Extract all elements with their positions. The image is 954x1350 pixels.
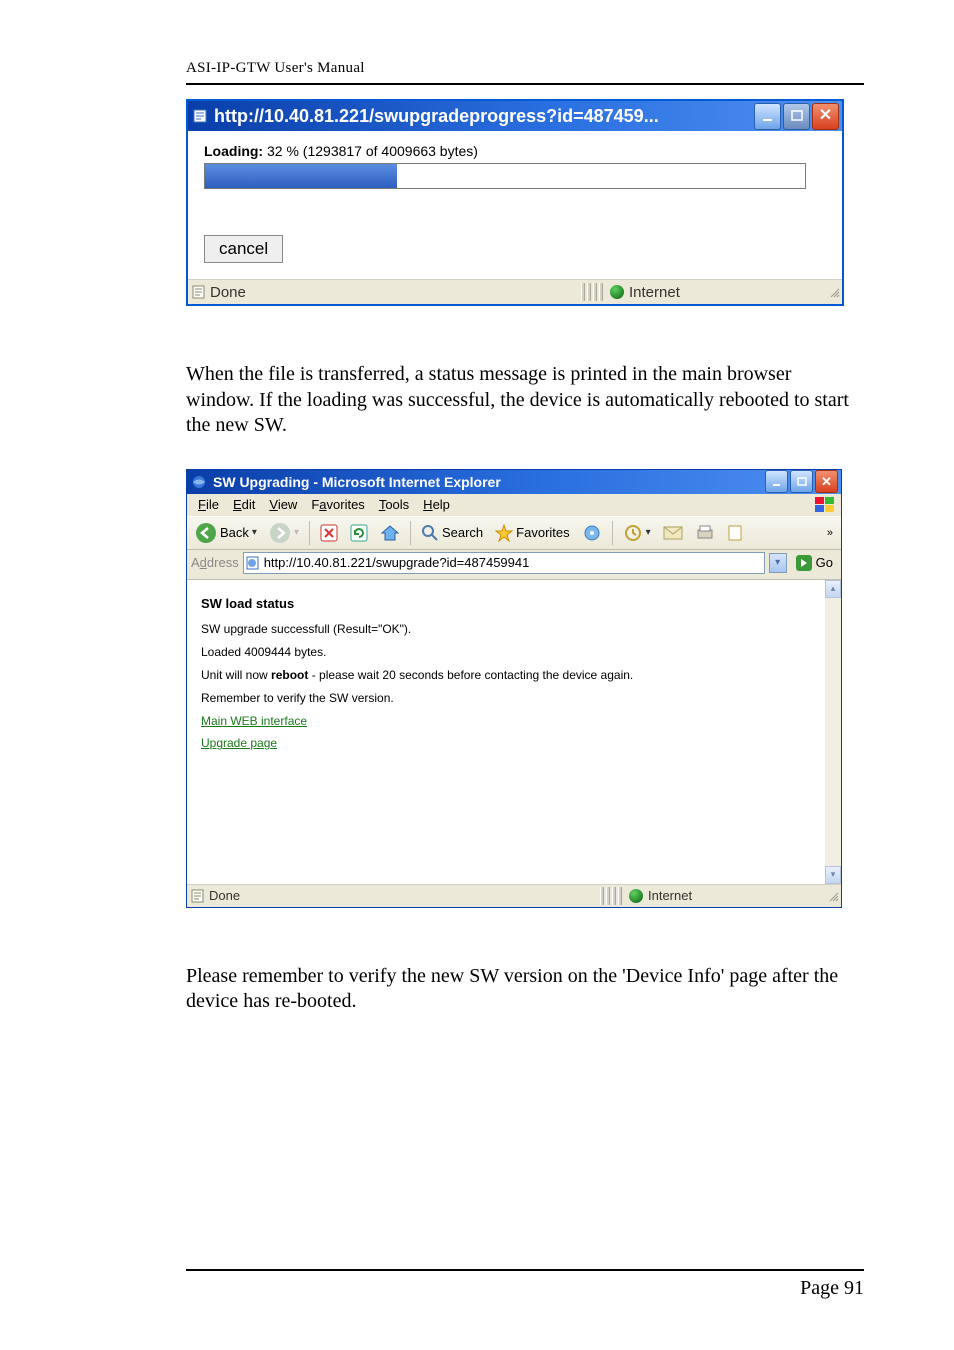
print-icon: [695, 524, 715, 542]
loading-label: Loading: 32 % (1293817 of 4009663 bytes): [204, 143, 826, 159]
page-header: ASI-IP-GTW User's Manual: [186, 60, 864, 77]
edit-icon: [727, 524, 745, 542]
cancel-button[interactable]: cancel: [204, 235, 283, 263]
stop-button[interactable]: [316, 522, 342, 544]
toolbar-overflow-icon[interactable]: »: [827, 527, 837, 539]
content-scrollbar[interactable]: ▴ ▾: [825, 580, 841, 884]
history-icon: [623, 524, 643, 542]
media-icon: [582, 524, 602, 542]
progress-statusbar: Done Internet: [188, 279, 842, 304]
link-main-web[interactable]: Main WEB interface: [201, 714, 307, 728]
ie-status-done: Done: [209, 888, 240, 903]
back-button[interactable]: Back ▾: [191, 520, 261, 546]
ie-internet-zone-icon: [629, 889, 643, 903]
header-rule: [186, 83, 864, 85]
minimize-button[interactable]: [754, 103, 781, 130]
link-upgrade-page[interactable]: Upgrade page: [201, 736, 277, 750]
paragraph-1: When the file is transferred, a status m…: [186, 362, 864, 439]
address-dropdown[interactable]: ▾: [769, 553, 787, 573]
ie-maximize-button[interactable]: [790, 470, 813, 493]
stop-icon: [320, 524, 338, 542]
progress-bar-fill: [205, 164, 397, 188]
progress-window: http://10.40.81.221/swupgradeprogress?id…: [186, 99, 844, 306]
history-button[interactable]: ▾: [619, 522, 655, 544]
search-button[interactable]: Search: [417, 522, 487, 544]
go-arrow-icon: [795, 554, 813, 572]
done-page-icon: [192, 285, 206, 299]
menu-favorites[interactable]: Favorites: [304, 495, 371, 514]
close-button[interactable]: ✕: [812, 103, 839, 130]
status-zone: Internet: [629, 284, 680, 301]
ie-status-zone: Internet: [648, 888, 692, 903]
search-icon: [421, 524, 439, 542]
internet-zone-icon: [610, 285, 624, 299]
maximize-button[interactable]: [783, 103, 810, 130]
ie-done-page-icon: [191, 889, 205, 903]
scroll-down-icon[interactable]: ▾: [825, 866, 841, 884]
progress-titlebar: http://10.40.81.221/swupgradeprogress?id…: [188, 101, 842, 131]
progress-bar: [204, 163, 806, 189]
home-icon: [380, 524, 400, 542]
ie-statusbar: Done Internet: [187, 884, 841, 907]
content-heading: SW load status: [201, 592, 827, 617]
ie-page-icon: [192, 108, 208, 124]
ie-resize-grip-icon: [825, 888, 841, 904]
ie-close-button[interactable]: ✕: [815, 470, 838, 493]
content-line-4: Remember to verify the SW version.: [201, 687, 827, 710]
paragraph-2: Please remember to verify the new SW ver…: [186, 964, 864, 1015]
ie-logo-icon: [191, 474, 207, 490]
back-arrow-icon: [195, 522, 217, 544]
content-line-2: Loaded 4009444 bytes.: [201, 641, 827, 664]
menu-edit[interactable]: Edit: [226, 495, 262, 514]
menu-tools[interactable]: Tools: [372, 495, 416, 514]
print-button[interactable]: [691, 522, 719, 544]
ie-window: SW Upgrading - Microsoft Internet Explor…: [186, 469, 842, 908]
mail-icon: [663, 525, 683, 541]
menu-help[interactable]: Help: [416, 495, 457, 514]
forward-button[interactable]: ▾: [265, 520, 303, 546]
mail-button[interactable]: [659, 523, 687, 543]
menu-file[interactable]: File: [191, 495, 226, 514]
address-bar: Address http://10.40.81.221/swupgrade?id…: [187, 550, 841, 580]
progress-title: http://10.40.81.221/swupgradeprogress?id…: [212, 106, 754, 127]
status-done: Done: [210, 284, 246, 301]
address-label: Address: [191, 555, 239, 570]
go-button[interactable]: Go: [791, 553, 837, 573]
edit-button[interactable]: [723, 522, 749, 544]
resize-grip-icon: [826, 284, 842, 300]
ie-minimize-button[interactable]: [765, 470, 788, 493]
ie-menubar: File Edit View Favorites Tools Help: [187, 494, 841, 516]
ie-url-icon: [246, 556, 260, 570]
page-footer: Page 91: [186, 1269, 864, 1300]
ie-title: SW Upgrading - Microsoft Internet Explor…: [211, 474, 765, 490]
home-button[interactable]: [376, 522, 404, 544]
content-line-1: SW upgrade successfull (Result="OK").: [201, 618, 827, 641]
scroll-up-icon[interactable]: ▴: [825, 580, 841, 598]
content-line-3: Unit will now reboot - please wait 20 se…: [201, 664, 827, 687]
ie-toolbar: Back ▾ ▾ Search Favorite: [187, 516, 841, 550]
star-icon: [495, 524, 513, 542]
windows-flag-icon: [815, 497, 835, 513]
ie-titlebar: SW Upgrading - Microsoft Internet Explor…: [187, 470, 841, 494]
refresh-icon: [350, 524, 368, 542]
forward-arrow-icon: [269, 522, 291, 544]
media-button[interactable]: [578, 522, 606, 544]
menu-view[interactable]: View: [262, 495, 304, 514]
refresh-button[interactable]: [346, 522, 372, 544]
favorites-button[interactable]: Favorites: [491, 522, 573, 544]
content-pane: SW load status SW upgrade successfull (R…: [187, 580, 841, 884]
address-input[interactable]: http://10.40.81.221/swupgrade?id=4874599…: [243, 552, 765, 574]
